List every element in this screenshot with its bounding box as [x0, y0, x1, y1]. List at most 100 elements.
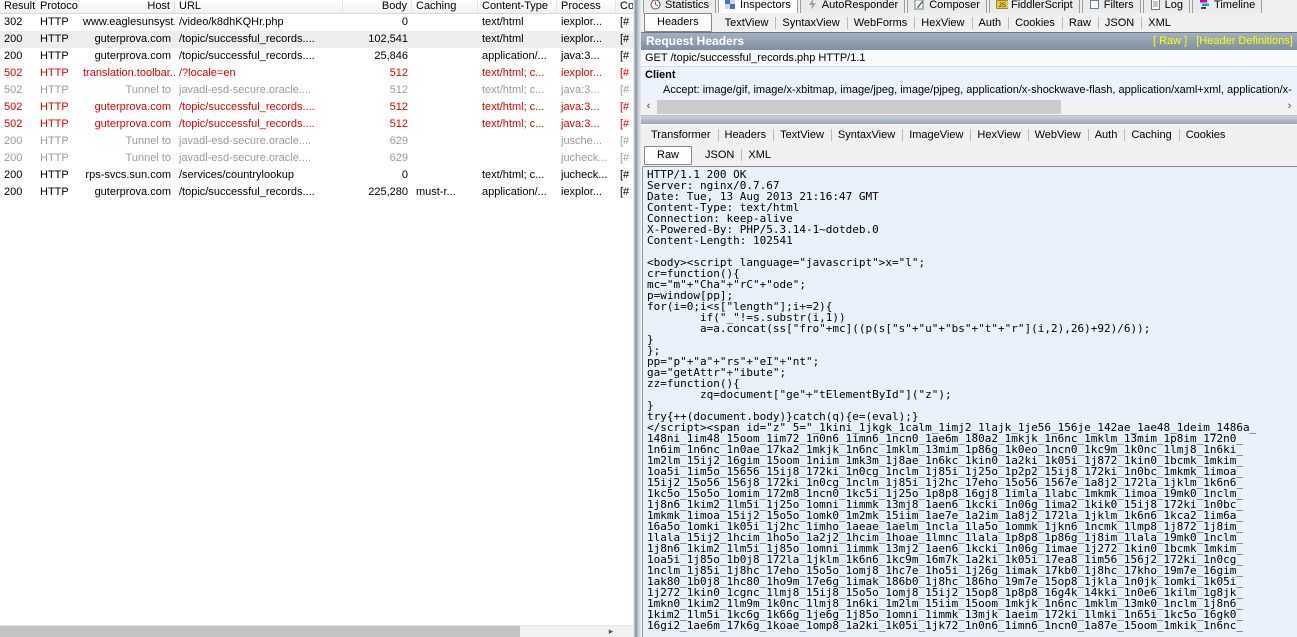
tab-raw[interactable]: Raw — [1062, 15, 1098, 31]
scrollbar-thumb[interactable] — [0, 626, 520, 637]
filters-icon — [1089, 0, 1101, 10]
tab-webview[interactable]: WebView — [1028, 127, 1088, 143]
session-row[interactable]: 302HTTPwww.eaglesunsyst.../video/k8dhKQH… — [0, 14, 633, 31]
session-cell-url: /topic/successful_records.... — [175, 99, 343, 116]
column-header-comments[interactable]: Co — [616, 0, 633, 14]
response-inspector-tabs-row1: TransformerHeadersTextView SyntaxView Imag… — [641, 124, 1297, 144]
fiddler-window: ResultProtocolHostURLBodyCachingContent-… — [0, 0, 1297, 637]
tab-xml[interactable]: XML — [1141, 15, 1178, 31]
session-cell-result: 200 — [0, 133, 36, 150]
session-cell-process: iexplor... — [557, 14, 616, 31]
session-cell-result: 200 — [0, 184, 36, 201]
scrollbar-thumb[interactable] — [657, 100, 1061, 114]
tab-log[interactable]: Log — [1143, 0, 1190, 13]
tab-json[interactable]: JSON — [698, 147, 741, 163]
column-header-protocol[interactable]: Protocol — [36, 0, 79, 14]
composer-icon — [914, 0, 926, 10]
session-cell-caching — [412, 65, 478, 82]
accept-header-line[interactable]: Accept: image/gif, image/x-xbitmap, imag… — [641, 83, 1297, 97]
tab-inspectors[interactable]: Inspectors — [718, 0, 798, 13]
tab-auth[interactable]: Auth — [1088, 127, 1125, 143]
inspectors-icon — [725, 0, 737, 10]
tab-raw[interactable]: Raw — [644, 146, 692, 165]
session-row[interactable]: 200HTTPrps-svcs.sun.com/services/country… — [0, 167, 633, 184]
session-cell-caching — [412, 133, 478, 150]
session-row[interactable]: 502HTTPguterprova.com/topic/successful_r… — [0, 116, 633, 133]
column-header-body[interactable]: Body — [343, 0, 412, 14]
session-row[interactable]: 200HTTPguterprova.com/topic/successful_r… — [0, 31, 633, 48]
tab-transformer[interactable]: Transformer — [644, 127, 718, 143]
tab-timeline[interactable]: Timeline — [1192, 0, 1262, 13]
tab-filters[interactable]: Filters — [1082, 0, 1141, 13]
response-raw-view[interactable]: HTTP/1.1 200 OK Server: nginx/0.7.67 Dat… — [642, 166, 1297, 637]
session-cell-caching — [412, 167, 478, 184]
session-row[interactable]: 200HTTPTunnel tojavadl-esd-secure.oracle… — [0, 133, 633, 150]
session-row[interactable]: 502HTTPTunnel tojavadl-esd-secure.oracle… — [0, 82, 633, 99]
session-cell-url: /topic/successful_records.... — [175, 48, 343, 65]
tab-textview[interactable]: TextView — [773, 127, 831, 143]
column-header-process[interactable]: Process — [557, 0, 616, 14]
tab-textview[interactable]: TextView — [718, 15, 776, 31]
tab-syntaxview[interactable]: SyntaxView — [831, 127, 902, 143]
tab-auth[interactable]: Auth — [972, 15, 1009, 31]
request-horizontal-scrollbar[interactable]: ‹ › — [641, 99, 1297, 115]
header-definitions-link[interactable]: [Header Definitions] — [1196, 33, 1293, 50]
tab-cookies[interactable]: Cookies — [1179, 127, 1233, 143]
request-response-splitter[interactable] — [641, 115, 1297, 124]
tab-autoresponder[interactable]: AutoResponder — [800, 0, 905, 13]
tab-hexview[interactable]: HexView — [970, 127, 1027, 143]
tab-cookies[interactable]: Cookies — [1008, 15, 1062, 31]
session-cell-content_type: application/... — [478, 48, 557, 65]
raw-link[interactable]: [ Raw ] — [1153, 33, 1187, 50]
session-cell-comments: [# — [616, 133, 633, 150]
session-cell-process: java:3... — [557, 82, 616, 99]
client-section-label[interactable]: Client — [641, 67, 1297, 83]
tab-json[interactable]: JSON — [1098, 15, 1141, 31]
tab-label: JSON — [1105, 17, 1134, 29]
tab-statistics[interactable]: Statistics — [643, 0, 716, 13]
session-row[interactable]: 502HTTPguterprova.com/topic/successful_r… — [0, 99, 633, 116]
inspectors-panel: Statistics Inspectors AutoResponderCompose… — [641, 0, 1297, 637]
response-raw-container: HTTP/1.1 200 OK Server: nginx/0.7.67 Dat… — [641, 166, 1297, 637]
session-row[interactable]: 200HTTPguterprova.com/topic/successful_r… — [0, 184, 633, 201]
column-header-result[interactable]: Result — [0, 0, 36, 14]
scroll-right-icon[interactable]: › — [1282, 99, 1297, 115]
tab-xml[interactable]: XML — [741, 147, 778, 163]
session-cell-caching — [412, 116, 478, 133]
tab-label: SyntaxView — [838, 129, 895, 141]
request-line[interactable]: GET /topic/successful_records.php HTTP/1… — [641, 50, 1297, 67]
panel-splitter[interactable] — [633, 0, 641, 637]
tab-headers[interactable]: Headers — [644, 13, 712, 32]
column-header-url[interactable]: URL — [175, 0, 343, 14]
session-cell-caching — [412, 48, 478, 65]
svg-text:JS: JS — [998, 2, 1006, 9]
session-row[interactable]: 200HTTPguterprova.com/topic/successful_r… — [0, 48, 633, 65]
session-row[interactable]: 502HTTPtranslation.toolbar..../?locale=e… — [0, 65, 633, 82]
session-cell-comments: [# — [616, 14, 633, 31]
tab-composer[interactable]: Composer — [907, 0, 987, 13]
scroll-left-icon[interactable]: ‹ — [641, 99, 656, 115]
tab-headers[interactable]: Headers — [718, 127, 774, 143]
tab-label: Inspectors — [740, 0, 791, 11]
session-cell-protocol: HTTP — [36, 184, 79, 201]
session-cell-content_type: text/html — [478, 14, 557, 31]
session-row[interactable]: 200HTTPTunnel tojavadl-esd-secure.oracle… — [0, 150, 633, 167]
session-cell-result: 502 — [0, 65, 36, 82]
session-cell-url: javadl-esd-secure.oracle.... — [175, 133, 343, 150]
tab-hexview[interactable]: HexView — [914, 15, 971, 31]
tab-caching[interactable]: Caching — [1124, 127, 1178, 143]
tab-syntaxview[interactable]: SyntaxView — [775, 15, 846, 31]
tab-label: TextView — [725, 17, 769, 29]
column-header-content_type[interactable]: Content-Type — [478, 0, 557, 14]
tab-webforms[interactable]: WebForms — [847, 15, 915, 31]
session-cell-result: 302 — [0, 14, 36, 31]
tab-imageview[interactable]: ImageView — [902, 127, 970, 143]
column-header-caching[interactable]: Caching — [412, 0, 478, 14]
session-list-horizontal-scrollbar[interactable]: ▸ — [0, 625, 633, 637]
tab-label: Log — [1165, 0, 1183, 11]
tab-fiddlerscript[interactable]: JSFiddlerScript — [989, 0, 1080, 13]
column-header-host[interactable]: Host — [79, 0, 175, 14]
scroll-right-icon[interactable]: ▸ — [603, 626, 619, 637]
session-cell-body: 512 — [343, 82, 412, 99]
session-cell-comments: [# — [616, 116, 633, 133]
